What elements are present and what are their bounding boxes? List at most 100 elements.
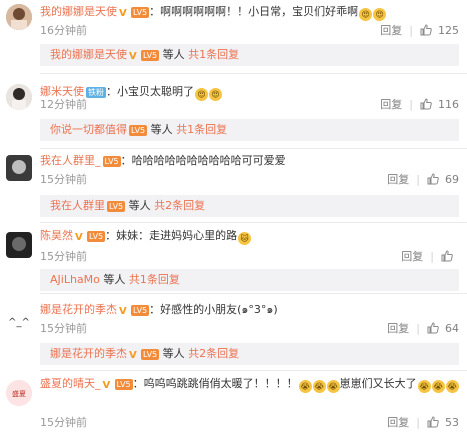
sub-replies-bar[interactable]: 我的娜娜是天使 V LV5 等人 共1条回复 xyxy=(40,44,459,66)
emoji-icon: 😭 xyxy=(417,380,431,393)
comment-time: 16分钟前 xyxy=(40,24,87,37)
comment-username[interactable]: 我在人群里_ xyxy=(40,154,101,167)
comment-actions: 回复 | 53 xyxy=(387,414,459,430)
level-badge: LV5 xyxy=(107,201,126,212)
comment-body: 好感性的小朋友(๑°3°๑) xyxy=(160,303,278,316)
sub-reply-suffix: 等人 xyxy=(162,48,185,61)
like-button[interactable]: 53 xyxy=(427,416,459,429)
divider: | xyxy=(409,23,413,37)
comment-username[interactable]: 娜是花开的季杰 xyxy=(40,303,117,316)
comment-item: 娜米天使 铁粉 ：小宝贝太聪明了 😍 😍 12分钟前 回复 | 116 你说一切都值得 L… xyxy=(0,78,467,144)
sub-reply-suffix: 等人 xyxy=(162,347,185,360)
avatar[interactable]: 盛夏 xyxy=(6,380,32,406)
verified-icon: V xyxy=(102,380,111,391)
thumbs-up-icon xyxy=(420,98,432,110)
level-badge: LV5 xyxy=(141,50,160,61)
like-button[interactable]: 64 xyxy=(427,322,459,335)
comment-time: 12分钟前 xyxy=(40,98,87,111)
divider xyxy=(40,370,467,371)
emoji-icon: 😭 xyxy=(312,380,326,393)
comment-time: 15分钟前 xyxy=(40,322,87,335)
svg-text:^_^: ^_^ xyxy=(8,317,30,328)
sub-replies-bar[interactable]: AJiLhaMo 等人 共1条回复 xyxy=(40,269,459,291)
sub-reply-count[interactable]: 共1条回复 xyxy=(129,273,180,286)
comment-body: 呜呜呜跳跳俏俏太暖了！！！！ xyxy=(143,377,298,390)
avatar[interactable] xyxy=(6,4,32,30)
verified-icon: V xyxy=(119,8,127,19)
level-badge: LV5 xyxy=(131,7,150,18)
comment-item: ^_^ 娜是花开的季杰 V LV5 ：好感性的小朋友(๑°3°๑) 15分钟前 回复 … xyxy=(0,298,467,365)
avatar[interactable] xyxy=(6,232,32,258)
reply-button[interactable]: 回复 xyxy=(380,22,402,38)
reply-button[interactable]: 回复 xyxy=(380,96,402,112)
level-badge: LV5 xyxy=(87,231,106,242)
comment-body: 哈哈哈哈哈哈哈哈哈哈可可爱爱 xyxy=(131,154,286,167)
thumbs-up-icon xyxy=(441,250,453,262)
like-button[interactable] xyxy=(441,250,459,262)
reply-button[interactable]: 回复 xyxy=(387,320,409,336)
sub-reply-user[interactable]: AJiLhaMo xyxy=(50,273,100,286)
level-badge: LV5 xyxy=(114,379,133,390)
sub-reply-count[interactable]: 共2条回复 xyxy=(188,347,239,360)
verified-icon: V xyxy=(129,51,137,62)
comment-item: 陈昊然 V LV5 ：妹妹：走进妈妈心里的路 🐱 15分钟前 回复 | AJiLhaMo… xyxy=(0,226,467,292)
comment-username[interactable]: 我的娜娜是天使 xyxy=(40,5,117,18)
comment-time: 15分钟前 xyxy=(40,173,87,186)
divider xyxy=(40,222,467,223)
sub-reply-user[interactable]: 我的娜娜是天使 xyxy=(50,48,127,61)
comment-body: 啊啊啊啊啊啊！！小日常，宝贝们好乖啊 xyxy=(160,5,359,18)
verified-icon: V xyxy=(119,306,127,317)
svg-text:盛夏: 盛夏 xyxy=(12,389,26,398)
sub-reply-user[interactable]: 我在人群里 xyxy=(50,199,105,212)
sub-replies-bar[interactable]: 娜是花开的季杰 V LV5 等人 共2条回复 xyxy=(40,343,459,365)
divider: | xyxy=(409,97,413,111)
avatar[interactable] xyxy=(6,84,32,110)
like-count: 64 xyxy=(445,321,459,335)
comment-item: 我的娜娜是天使 V LV5 ：啊啊啊啊啊啊！！小日常，宝贝们好乖啊 😍 😍 16分钟前 回… xyxy=(0,0,467,66)
divider: | xyxy=(416,321,420,335)
comment-text-line: 陈昊然 V LV5 ：妹妹：走进妈妈心里的路 🐱 xyxy=(40,228,459,245)
reply-button[interactable]: 回复 xyxy=(387,414,409,430)
emoji-icon: 😭 xyxy=(298,380,312,393)
like-button[interactable]: 125 xyxy=(420,24,459,37)
like-button[interactable]: 116 xyxy=(420,98,459,111)
divider xyxy=(40,148,467,149)
verified-icon: V xyxy=(75,232,83,243)
sub-replies-bar[interactable]: 你说一切都值得 LV5 等人 共1条回复 xyxy=(40,119,459,141)
level-badge: LV5 xyxy=(129,125,148,136)
comment-item: 盛夏 盛夏的晴天_ V LV5 ：呜呜呜跳跳俏俏太暖了！！！！ 😭 😭 😭 崽崽们又长大了 😭 😭… xyxy=(0,374,467,434)
thumbs-up-icon xyxy=(427,173,439,185)
like-count: 125 xyxy=(438,23,459,37)
like-count: 53 xyxy=(445,415,459,429)
level-badge: LV5 xyxy=(102,156,121,167)
reply-button[interactable]: 回复 xyxy=(387,171,409,187)
avatar[interactable] xyxy=(6,155,32,181)
comment-actions: 回复 | 125 xyxy=(380,22,459,38)
comment-username[interactable]: 陈昊然 xyxy=(40,229,73,242)
comment-item: 我在人群里_ LV5 ：哈哈哈哈哈哈哈哈哈哈可可爱爱 15分钟前 回复 | 69 我… xyxy=(0,151,467,217)
comment-actions: 回复 | 116 xyxy=(380,96,459,112)
sub-reply-suffix: 等人 xyxy=(103,273,126,286)
reply-button[interactable]: 回复 xyxy=(401,248,423,264)
sub-reply-user[interactable]: 娜是花开的季杰 xyxy=(50,347,127,360)
avatar[interactable]: ^_^ xyxy=(6,308,32,334)
comment-text-line: 盛夏的晴天_ V LV5 ：呜呜呜跳跳俏俏太暖了！！！！ 😭 😭 😭 崽崽们又长大了 😭 😭 😭 xyxy=(40,377,459,393)
level-badge: LV5 xyxy=(141,349,160,360)
sub-reply-count[interactable]: 共1条回复 xyxy=(176,123,227,136)
like-button[interactable]: 69 xyxy=(427,173,459,186)
fan-badge: 铁粉 xyxy=(86,87,106,98)
sub-reply-user[interactable]: 你说一切都值得 xyxy=(50,123,127,136)
thumbs-up-icon xyxy=(427,322,439,334)
emoji-icon: 😍 xyxy=(209,88,222,101)
emoji-icon: 😍 xyxy=(373,8,387,21)
emoji-icon: 🐱 xyxy=(238,232,252,245)
comment-time: 15分钟前 xyxy=(40,250,87,263)
comment-username[interactable]: 盛夏的晴天_ xyxy=(40,377,101,390)
sub-replies-bar[interactable]: 我在人群里 LV5 等人 共2条回复 xyxy=(40,195,459,217)
sub-reply-count[interactable]: 共1条回复 xyxy=(188,48,239,61)
verified-icon: V xyxy=(129,350,137,361)
sub-reply-count[interactable]: 共2条回复 xyxy=(154,199,205,212)
comment-actions: 回复 | xyxy=(401,248,459,264)
like-count: 69 xyxy=(445,172,459,186)
comment-body: 小宝贝太聪明了 xyxy=(117,85,194,98)
